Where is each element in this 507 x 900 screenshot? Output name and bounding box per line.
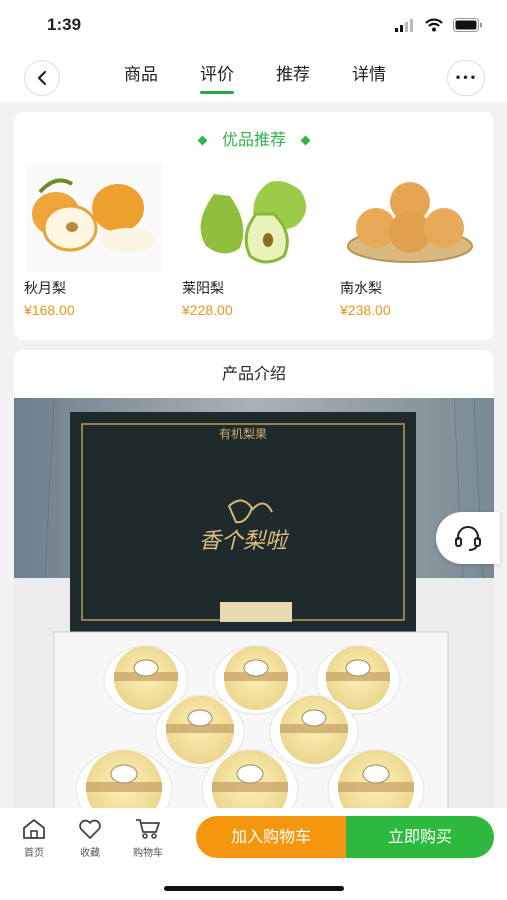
tab-reviews[interactable]: 评价	[186, 50, 248, 102]
favorite-button[interactable]: 收藏	[65, 818, 115, 859]
home-button[interactable]: 首页	[9, 818, 59, 859]
product-image-qiuyue	[24, 164, 164, 272]
product-price: ¥238.00	[340, 302, 391, 318]
add-to-cart-button[interactable]: 加入购物车	[196, 816, 346, 858]
heart-icon	[79, 819, 101, 839]
product-name: 秋月梨	[24, 281, 66, 297]
headset-icon	[455, 526, 481, 551]
battery-icon	[453, 18, 482, 32]
home-label: 首页	[24, 848, 44, 859]
tab-product[interactable]: 商品	[110, 50, 172, 102]
customer-service-button[interactable]	[436, 512, 500, 564]
product-price: ¥168.00	[24, 302, 75, 318]
tab-bar: 商品 评价 推荐 详情	[110, 50, 400, 102]
product-name: 莱阳梨	[182, 281, 224, 297]
recommend-item-laiyang[interactable]: 莱阳梨 ¥228.00	[182, 164, 322, 318]
cart-label: 购物车	[133, 848, 163, 859]
signal-icon	[395, 18, 413, 32]
tab-recommend[interactable]: 推荐	[262, 50, 324, 102]
cart-icon	[136, 819, 160, 839]
recommend-card: 优品推荐 秋月梨 ¥168.00 莱阳梨 ¥228.00 南水梨 ¥238.00	[14, 112, 494, 340]
back-button[interactable]	[24, 60, 60, 96]
more-dots-icon: •••	[454, 72, 478, 84]
box-top-text: 有机梨果	[219, 427, 267, 441]
nav-bar: 商品 评价 推荐 详情 •••	[0, 50, 507, 102]
status-bar: 1:39	[0, 0, 507, 50]
intro-title: 产品介绍	[221, 364, 286, 383]
buy-now-button[interactable]: 立即购买	[346, 816, 494, 858]
status-icons	[395, 18, 483, 32]
product-price: ¥228.00	[182, 302, 233, 318]
product-image-laiyang	[182, 164, 322, 272]
recommend-item-qiuyue[interactable]: 秋月梨 ¥168.00	[24, 164, 164, 318]
recommend-title: 优品推荐	[14, 126, 494, 150]
product-image-nanshui	[340, 164, 480, 272]
recommend-title-text: 优品推荐	[221, 130, 286, 149]
status-time: 1:39	[47, 15, 82, 34]
home-icon	[23, 819, 45, 839]
chevron-left-icon	[37, 70, 47, 86]
bottom-action-bar: 首页 收藏 购物车 加入购物车 立即购买	[0, 808, 507, 900]
product-name: 南水梨	[340, 281, 382, 297]
favorite-label: 收藏	[80, 848, 100, 859]
more-button[interactable]: •••	[447, 60, 485, 96]
tab-details[interactable]: 详情	[338, 50, 400, 102]
wifi-icon	[425, 18, 443, 32]
diamond-icon	[300, 135, 311, 146]
cart-button[interactable]: 购物车	[123, 818, 173, 859]
home-indicator	[164, 886, 344, 891]
diamond-icon	[197, 135, 208, 146]
box-brand-text: 香个梨啦	[199, 529, 290, 554]
recommend-item-nanshui[interactable]: 南水梨 ¥238.00	[340, 164, 480, 318]
